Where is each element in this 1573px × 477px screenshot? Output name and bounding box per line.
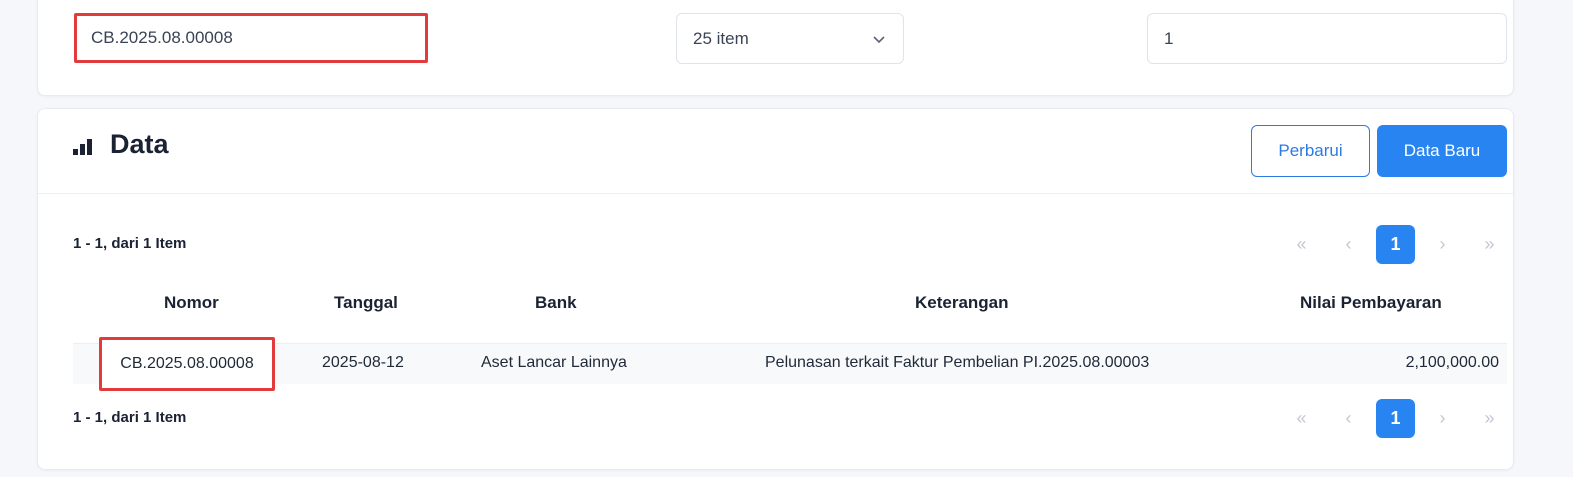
next-page-button[interactable]: › <box>1423 225 1462 264</box>
data-card-header: Data Perbarui Data Baru <box>38 109 1513 194</box>
last-page-button[interactable]: » <box>1470 225 1509 264</box>
result-summary-bottom: 1 - 1, dari 1 Item <box>73 409 187 426</box>
data-card: Data Perbarui Data Baru 1 - 1, dari 1 It… <box>37 108 1514 470</box>
cell-tanggal: 2025-08-12 <box>322 354 404 371</box>
cell-nomor-text: CB.2025.08.00008 <box>120 355 254 372</box>
column-header-keterangan[interactable]: Keterangan <box>915 293 1009 313</box>
cell-nilai-pembayaran: 2,100,000.00 <box>1405 354 1499 371</box>
column-header-bank[interactable]: Bank <box>535 293 577 313</box>
page-number-input[interactable]: 1 <box>1147 13 1507 64</box>
first-page-button[interactable]: « <box>1282 399 1321 438</box>
column-header-tanggal[interactable]: Tanggal <box>334 293 398 313</box>
prev-page-button[interactable]: ‹ <box>1329 399 1368 438</box>
section-title: Data <box>110 129 169 159</box>
chevron-down-icon <box>873 35 885 43</box>
per-page-value: 25 item <box>693 28 749 48</box>
refresh-button[interactable]: Perbarui <box>1251 125 1370 177</box>
first-page-button[interactable]: « <box>1282 225 1321 264</box>
cell-bank: Aset Lancar Lainnya <box>481 354 627 371</box>
search-input-value: CB.2025.08.00008 <box>91 28 233 47</box>
filter-card: CB.2025.08.00008 25 item 1 <box>37 0 1514 96</box>
result-summary-top: 1 - 1, dari 1 Item <box>73 235 187 252</box>
cell-nomor[interactable]: CB.2025.08.00008 <box>99 337 275 391</box>
pagination-top: « ‹ 1 › » <box>1282 225 1517 264</box>
last-page-button[interactable]: » <box>1470 399 1509 438</box>
next-page-button[interactable]: › <box>1423 399 1462 438</box>
search-input[interactable]: CB.2025.08.00008 <box>74 13 428 63</box>
bar-chart-icon <box>73 139 92 155</box>
page-number-value: 1 <box>1164 28 1174 48</box>
current-page-button[interactable]: 1 <box>1376 225 1415 264</box>
per-page-select[interactable]: 25 item <box>676 13 904 64</box>
pagination-bottom: « ‹ 1 › » <box>1282 399 1517 438</box>
prev-page-button[interactable]: ‹ <box>1329 225 1368 264</box>
current-page-button[interactable]: 1 <box>1376 399 1415 438</box>
table-row[interactable]: CB.2025.08.00008 2025-08-12 Aset Lancar … <box>73 337 1507 391</box>
cell-keterangan: Pelunasan terkait Faktur Pembelian PI.20… <box>765 354 1150 371</box>
column-header-nomor[interactable]: Nomor <box>164 293 219 313</box>
new-data-button[interactable]: Data Baru <box>1377 125 1507 177</box>
column-header-nilai-pembayaran[interactable]: Nilai Pembayaran <box>1300 293 1442 313</box>
